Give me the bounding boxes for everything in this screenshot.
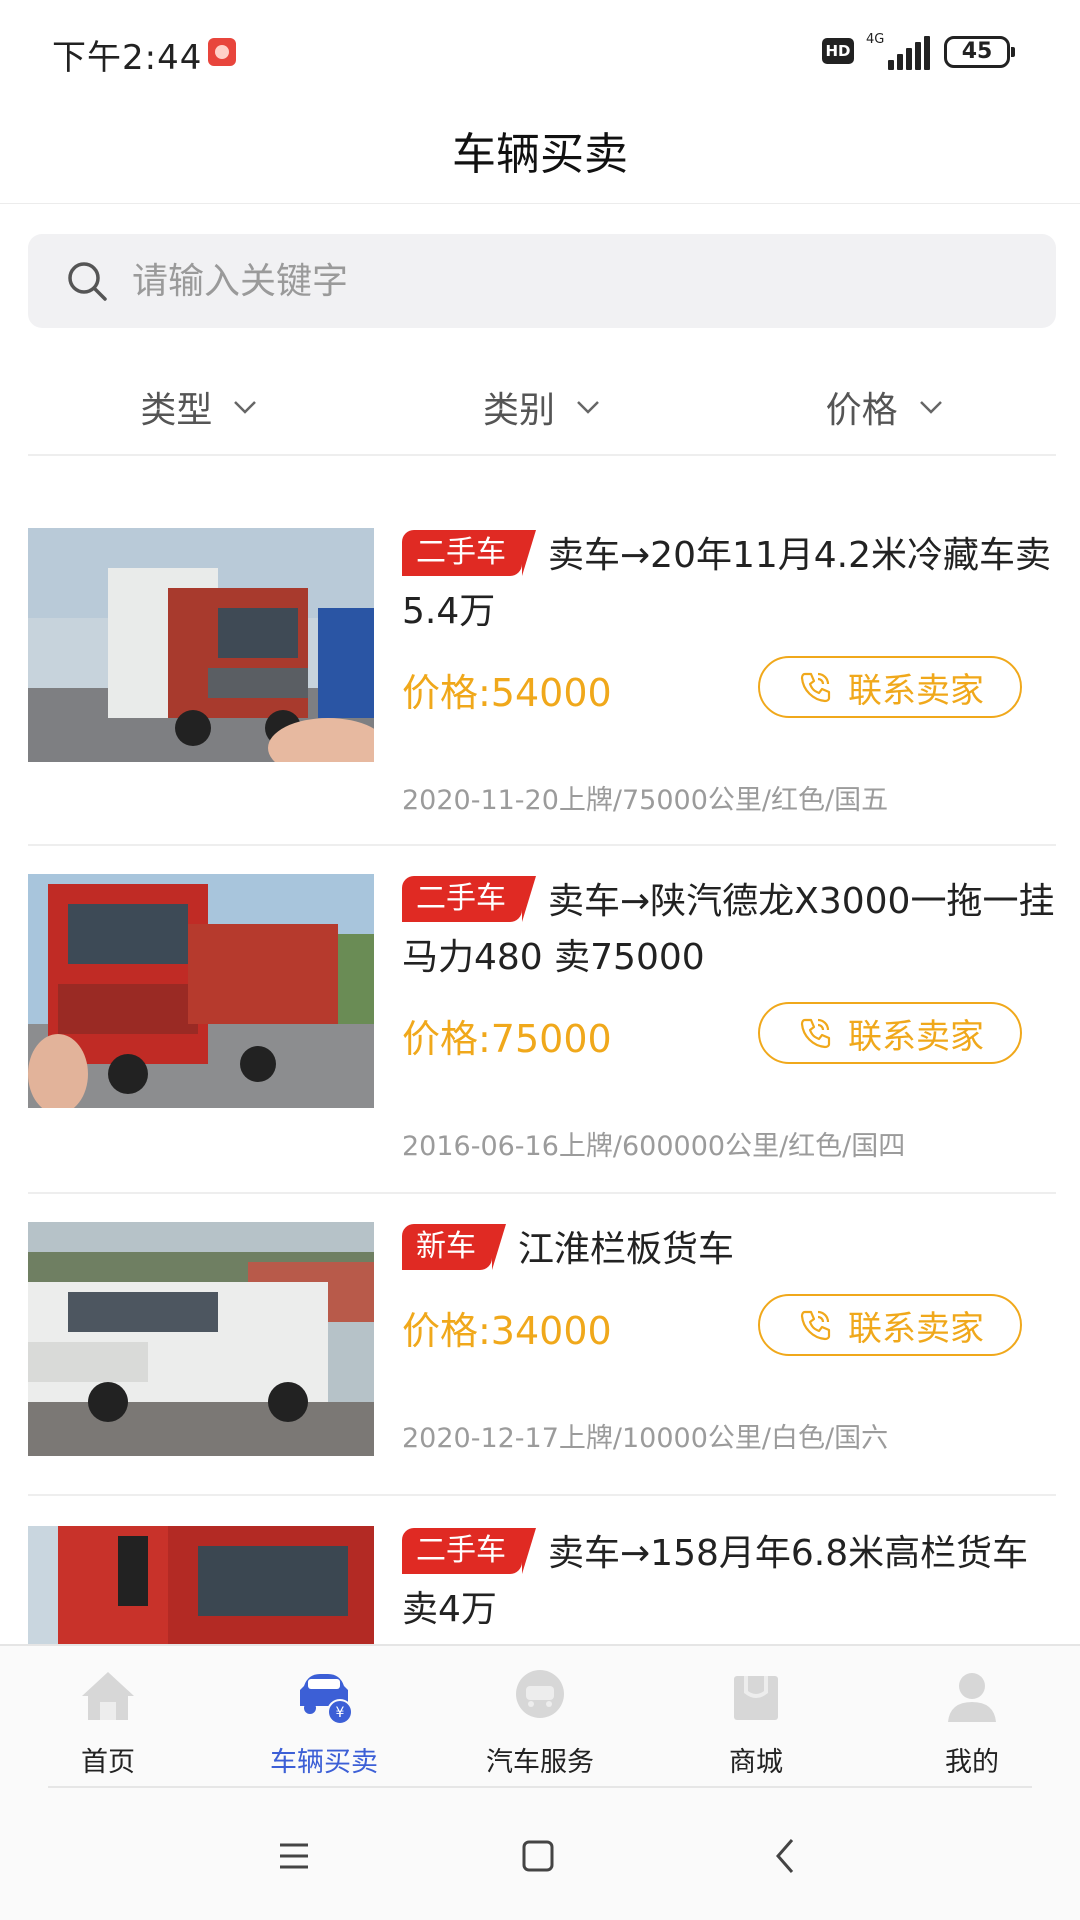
listing-tag: 二手车 [402, 876, 536, 922]
chevron-down-icon [919, 401, 942, 414]
vehicle-photo [28, 874, 374, 1108]
chevron-down-icon [234, 401, 257, 414]
nav-label: 我的 [945, 1747, 999, 1778]
contact-seller-label: 联系卖家 [848, 1016, 984, 1057]
listing-price: 价格:75000 [402, 1017, 612, 1061]
contact-seller-label: 联系卖家 [848, 1308, 984, 1349]
home-icon [82, 1672, 134, 1720]
battery-icon: 45 [944, 36, 1015, 68]
network-type: 4G [866, 32, 885, 47]
contact-seller-button[interactable]: 联系卖家 [758, 1294, 1022, 1356]
nav-item-home[interactable]: 首页 [0, 1646, 216, 1788]
filter-category[interactable]: 类别 [371, 360, 714, 454]
nav-label: 首页 [81, 1747, 135, 1778]
chevron-down-icon [577, 401, 599, 414]
vehicle-photo [28, 1222, 374, 1456]
nav-label: 车辆买卖 [270, 1747, 378, 1778]
filter-label: 价格 [825, 390, 898, 431]
menu-icon[interactable] [266, 1828, 322, 1884]
listing-meta: 2016-06-16上牌/600000公里/红色/国四 [402, 1131, 906, 1162]
listing-item[interactable]: 二手车 卖车→158月年6.8米高栏货车卖4万 [28, 1496, 1056, 1644]
listing-item[interactable]: 新车 江淮栏板货车 价格:34000 联系卖家 2020-12-17上牌/1000… [28, 1194, 1056, 1496]
svg-text:¥: ¥ [336, 1705, 345, 1721]
nav-item-car-service[interactable]: 汽车服务 [432, 1646, 648, 1788]
search-icon [68, 262, 107, 301]
listing-tag: 新车 [402, 1224, 506, 1270]
filter-bar: 类型 类别 价格 [28, 360, 1056, 456]
car-trade-icon: ¥ [300, 1674, 353, 1725]
listing-title-line: 二手车 卖车→20年11月4.2米冷藏车卖5.4万 [402, 528, 1056, 640]
listing-meta: 2020-12-17上牌/10000公里/白色/国六 [402, 1423, 889, 1454]
search-input[interactable] [132, 248, 1012, 314]
filter-price[interactable]: 价格 [713, 360, 1056, 454]
filter-label: 类别 [483, 390, 556, 431]
listing-price: 价格:54000 [402, 671, 612, 715]
contact-seller-button[interactable]: 联系卖家 [758, 656, 1022, 718]
listing-item[interactable]: 二手车 卖车→20年11月4.2米冷藏车卖5.4万 价格:54000 联系卖家 2… [28, 528, 1056, 846]
back-icon[interactable] [758, 1828, 814, 1884]
listing-tag: 二手车 [402, 530, 536, 576]
system-nav-bar [0, 1788, 1080, 1920]
vehicle-photo [28, 528, 374, 762]
listing-price: 价格:34000 [402, 1309, 612, 1353]
car-service-icon [516, 1670, 564, 1718]
filter-label: 类型 [140, 390, 213, 431]
listing-title-line: 二手车 卖车→158月年6.8米高栏货车卖4万 [402, 1526, 1056, 1638]
nav-item-profile[interactable]: 我的 [864, 1646, 1080, 1788]
status-time: 下午2:44 [52, 38, 203, 78]
hd-icon: HD [822, 38, 854, 64]
listing-item[interactable]: 二手车 卖车→陕汽德龙X3000一拖一挂 马力480 卖75000 价格:7500… [28, 846, 1056, 1194]
header: 车辆买卖 [0, 100, 1080, 204]
contact-seller-label: 联系卖家 [848, 670, 984, 711]
contact-seller-button[interactable]: 联系卖家 [758, 1002, 1022, 1064]
search-bar[interactable] [28, 234, 1056, 328]
listing-title-line: 二手车 卖车→陕汽德龙X3000一拖一挂 马力480 卖75000 [402, 874, 1056, 986]
profile-icon [948, 1673, 996, 1722]
phone-icon [800, 1310, 831, 1341]
phone-icon [800, 1018, 831, 1049]
status-bar: 下午2:44 HD 4G 45 [0, 0, 1080, 100]
vehicle-photo [28, 1526, 374, 1644]
battery-level: 45 [961, 39, 993, 64]
phone-icon [800, 672, 831, 703]
listing-tag: 二手车 [402, 1528, 536, 1574]
nav-item-shop[interactable]: 商城 [648, 1646, 864, 1788]
notification-app-icon [208, 38, 236, 66]
nav-label: 商城 [729, 1747, 783, 1778]
page-title: 车辆买卖 [452, 129, 628, 180]
home-button-icon[interactable] [510, 1828, 566, 1884]
listing-meta: 2020-11-20上牌/75000公里/红色/国五 [402, 785, 889, 816]
nav-label: 汽车服务 [486, 1747, 594, 1778]
listing-title-line: 新车 江淮栏板货车 [402, 1222, 1056, 1278]
nav-item-car-trade[interactable]: ¥ 车辆买卖 [216, 1646, 432, 1788]
bottom-nav: 首页 ¥ 车辆买卖 汽车服务 商城 我的 [0, 1644, 1080, 1788]
signal-icon [884, 36, 934, 70]
listing-title: 江淮栏板货车 [518, 1229, 735, 1270]
filter-type[interactable]: 类型 [28, 360, 371, 454]
shop-icon [734, 1676, 778, 1720]
